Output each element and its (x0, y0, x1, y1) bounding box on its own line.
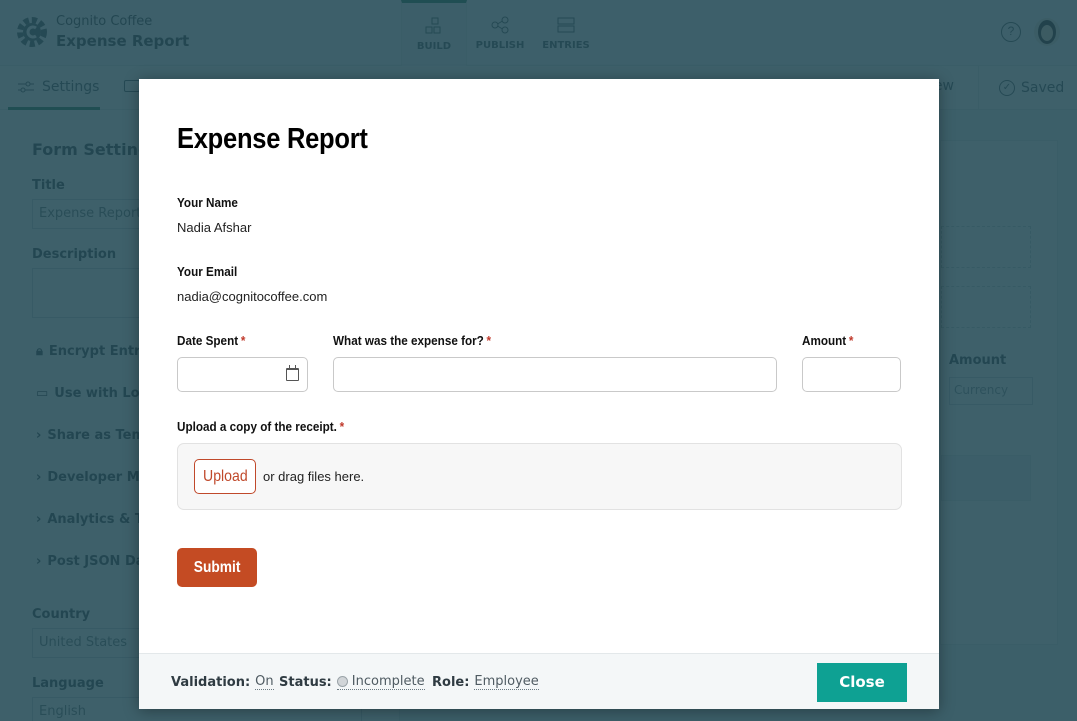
expense-input[interactable] (333, 357, 777, 392)
date-label: Date Spent * (177, 333, 245, 348)
amount-input[interactable] (802, 357, 901, 392)
preview-modal: Expense Report Your Name Nadia Afshar Yo… (139, 79, 939, 709)
close-button[interactable]: Close (817, 663, 907, 702)
expense-label-text: What was the expense for? (333, 333, 484, 348)
upload-label-text: Upload a copy of the receipt. (177, 419, 337, 434)
status-label: Status: (279, 674, 332, 690)
validation-group: Validation: On (171, 674, 274, 690)
amount-label: Amount * (802, 333, 853, 348)
required-mark: * (240, 333, 246, 348)
upload-dropzone[interactable]: Upload or drag files here. (177, 443, 902, 510)
form-title: Expense Report (177, 123, 368, 155)
status-selector[interactable]: Incomplete (336, 674, 425, 690)
upload-button-label: Upload (202, 468, 248, 485)
calendar-icon[interactable] (286, 365, 299, 381)
email-label: Your Email (177, 264, 238, 279)
required-mark: * (339, 419, 345, 434)
status-radio-icon (336, 676, 348, 687)
required-mark: * (486, 333, 492, 348)
submit-label: Submit (193, 559, 241, 576)
validation-toggle[interactable]: On (255, 674, 274, 690)
role-label: Role: (432, 674, 470, 690)
submit-button[interactable]: Submit (177, 548, 257, 587)
drag-hint: or drag files here. (263, 469, 365, 484)
required-mark: * (848, 333, 854, 348)
expense-label: What was the expense for? * (333, 333, 491, 348)
role-group: Role: Employee (432, 674, 539, 690)
upload-button[interactable]: Upload (194, 459, 256, 494)
date-input[interactable] (177, 357, 308, 392)
modal-footer: Validation: On Status: Incomplete Role: … (139, 653, 939, 709)
upload-label: Upload a copy of the receipt. * (177, 419, 344, 434)
name-label: Your Name (177, 195, 238, 210)
amount-label-text: Amount (802, 333, 847, 348)
date-label-text: Date Spent (177, 333, 239, 348)
name-value: Nadia Afshar (177, 220, 252, 235)
status-value: Incomplete (351, 674, 425, 689)
email-value: nadia@cognitocoffee.com (177, 289, 328, 304)
validation-label: Validation: (171, 674, 251, 690)
status-group: Status: Incomplete (279, 674, 425, 690)
role-selector[interactable]: Employee (474, 674, 539, 690)
